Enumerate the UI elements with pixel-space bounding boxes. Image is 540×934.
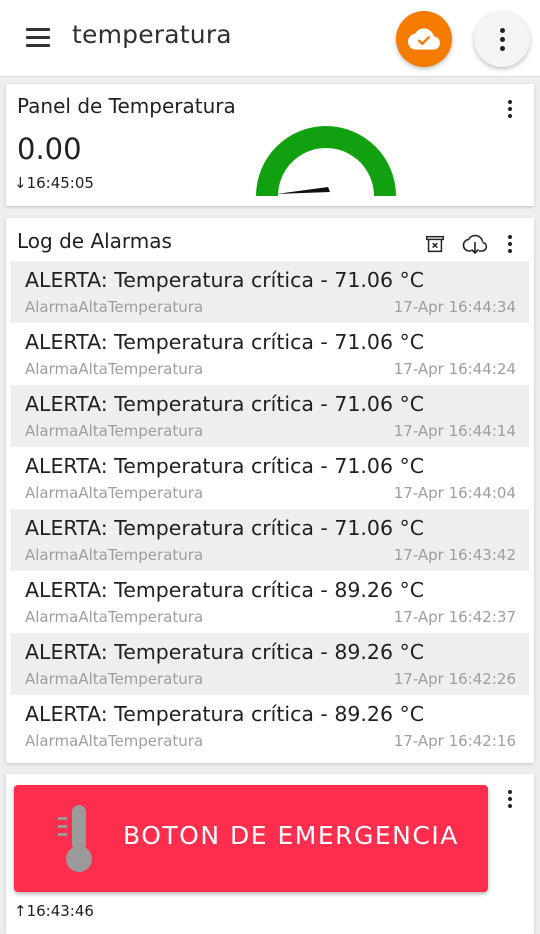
- temperature-panel-title: Panel de Temperatura: [17, 94, 236, 118]
- alarm-source: AlarmaAltaTemperatura: [25, 422, 204, 440]
- alarm-message: ALERTA: Temperatura crítica - 89.26 °C: [25, 578, 425, 602]
- alarm-message: ALERTA: Temperatura crítica - 89.26 °C: [25, 640, 425, 664]
- alarm-timestamp: 17-Apr 16:42:16: [393, 732, 516, 750]
- emergency-card-menu[interactable]: [504, 788, 516, 810]
- alarm-source: AlarmaAltaTemperatura: [25, 360, 204, 378]
- alarm-timestamp: 17-Apr 16:44:14: [393, 422, 516, 440]
- alarm-source: AlarmaAltaTemperatura: [25, 298, 204, 316]
- cloud-sync-button[interactable]: [396, 11, 452, 67]
- alarm-log-list: ALERTA: Temperatura crítica - 71.06 °C A…: [11, 261, 529, 757]
- emergency-timestamp: ↑16:43:46: [14, 902, 94, 920]
- temperature-gauge: [256, 126, 396, 196]
- list-item[interactable]: ALERTA: Temperatura crítica - 89.26 °C A…: [11, 695, 529, 757]
- list-item[interactable]: ALERTA: Temperatura crítica - 89.26 °C A…: [11, 633, 529, 695]
- alarm-timestamp: 17-Apr 16:44:34: [393, 298, 516, 316]
- alarm-timestamp: 17-Apr 16:42:37: [393, 608, 516, 626]
- cloud-done-icon: [408, 28, 440, 50]
- temperature-value: 0.00: [17, 132, 82, 166]
- emergency-card: BOTON DE EMERGENCIA ↑16:43:46: [6, 774, 534, 934]
- alarm-message: ALERTA: Temperatura crítica - 71.06 °C: [25, 454, 425, 478]
- alarm-message: ALERTA: Temperatura crítica - 71.06 °C: [25, 516, 425, 540]
- temperature-panel-card: Panel de Temperatura 0.00 ↓16:45:05: [6, 84, 534, 206]
- more-vert-icon: [504, 234, 516, 255]
- alarm-timestamp: 17-Apr 16:44:04: [393, 484, 516, 502]
- menu-icon[interactable]: [26, 28, 50, 48]
- alarm-timestamp: 17-Apr 16:43:42: [393, 546, 516, 564]
- alarm-source: AlarmaAltaTemperatura: [25, 670, 204, 688]
- list-item[interactable]: ALERTA: Temperatura crítica - 71.06 °C A…: [11, 509, 529, 571]
- arrow-up-icon: ↑: [14, 902, 27, 920]
- alarm-timestamp: 17-Apr 16:44:24: [393, 360, 516, 378]
- alarm-source: AlarmaAltaTemperatura: [25, 608, 204, 626]
- more-vert-icon: [504, 788, 516, 809]
- list-item[interactable]: ALERTA: Temperatura crítica - 71.06 °C A…: [11, 447, 529, 509]
- emergency-button-label: BOTON DE EMERGENCIA: [123, 821, 459, 850]
- temperature-timestamp: ↓16:45:05: [14, 174, 94, 192]
- more-vert-icon: [474, 11, 530, 67]
- list-item[interactable]: ALERTA: Temperatura crítica - 71.06 °C A…: [11, 385, 529, 447]
- alarm-message: ALERTA: Temperatura crítica - 71.06 °C: [25, 330, 425, 354]
- list-item[interactable]: ALERTA: Temperatura crítica - 89.26 °C A…: [11, 571, 529, 633]
- alarm-source: AlarmaAltaTemperatura: [25, 732, 204, 750]
- alarm-log-actions: [408, 232, 516, 256]
- alarm-log-card: Log de Alarmas ALERTA: Temperatura críti…: [6, 218, 534, 763]
- app-title: temperatura: [72, 20, 232, 49]
- arrow-down-icon: ↓: [14, 174, 27, 192]
- alarm-log-menu[interactable]: [504, 234, 516, 255]
- cloud-download-icon[interactable]: [462, 233, 488, 255]
- list-item[interactable]: ALERTA: Temperatura crítica - 71.06 °C A…: [11, 261, 529, 323]
- emergency-button[interactable]: BOTON DE EMERGENCIA: [14, 785, 488, 892]
- alarm-message: ALERTA: Temperatura crítica - 71.06 °C: [25, 268, 425, 292]
- more-vert-icon: [504, 98, 516, 119]
- app-bar: temperatura: [0, 0, 540, 77]
- alarm-message: ALERTA: Temperatura crítica - 89.26 °C: [25, 702, 425, 726]
- list-item[interactable]: ALERTA: Temperatura crítica - 71.06 °C A…: [11, 323, 529, 385]
- alarm-message: ALERTA: Temperatura crítica - 71.06 °C: [25, 392, 425, 416]
- alarm-timestamp: 17-Apr 16:42:26: [393, 670, 516, 688]
- alarm-log-title: Log de Alarmas: [17, 229, 172, 253]
- temperature-panel-menu[interactable]: [504, 98, 516, 120]
- overflow-menu-button[interactable]: [474, 11, 530, 67]
- alarm-source: AlarmaAltaTemperatura: [25, 484, 204, 502]
- thermometer-icon: [58, 805, 92, 872]
- clear-log-icon[interactable]: [424, 233, 446, 255]
- alarm-source: AlarmaAltaTemperatura: [25, 546, 204, 564]
